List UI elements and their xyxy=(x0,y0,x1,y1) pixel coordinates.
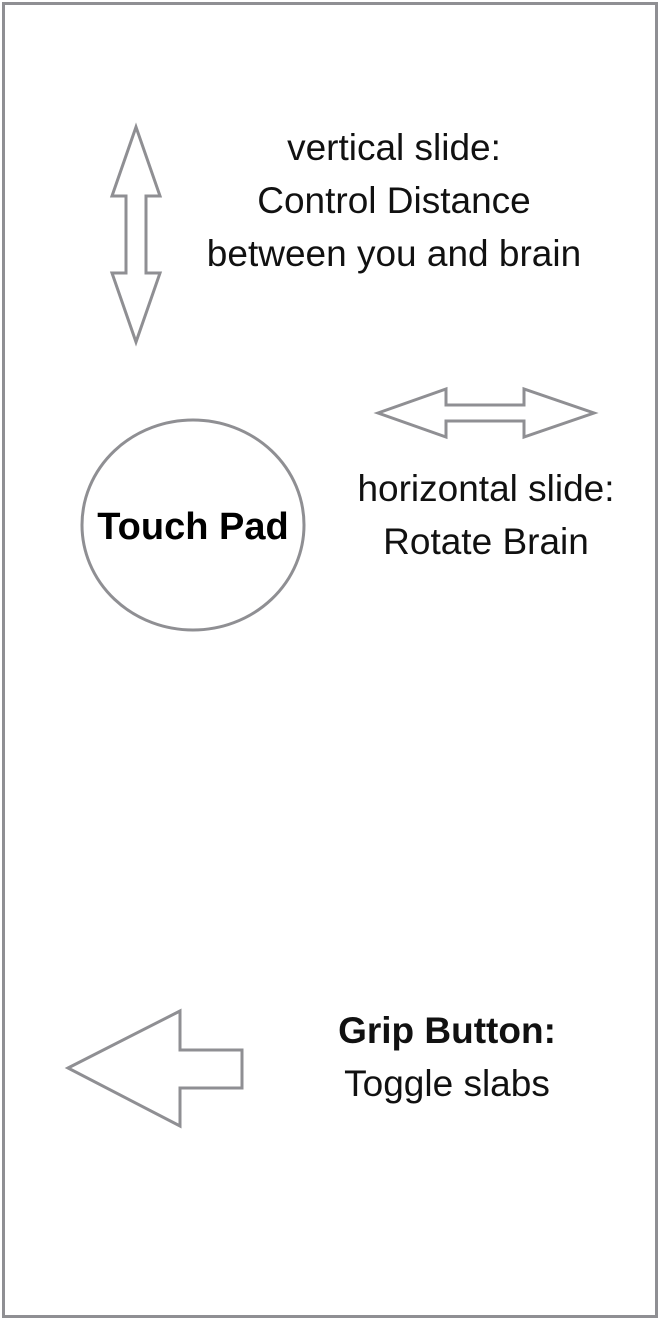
grip-button-description: Toggle slabs xyxy=(344,1063,550,1104)
horizontal-slide-caption: horizontal slide: Rotate Brain xyxy=(334,462,638,568)
left-arrow-icon xyxy=(64,1008,244,1129)
touch-pad-label: Touch Pad xyxy=(97,506,289,548)
horizontal-slide-description: Rotate Brain xyxy=(383,521,589,562)
vertical-slide-description-line2: between you and brain xyxy=(206,233,582,274)
horizontal-double-arrow-icon xyxy=(373,386,599,440)
vertical-slide-description-line1: Control Distance xyxy=(257,180,531,221)
grip-button-caption: Grip Button: Toggle slabs xyxy=(297,1004,597,1110)
vertical-double-arrow-icon xyxy=(109,122,163,347)
grip-button-title: Grip Button: xyxy=(338,1010,556,1051)
vertical-slide-title: vertical slide: xyxy=(287,127,501,168)
horizontal-slide-title: horizontal slide: xyxy=(357,468,615,509)
vertical-slide-caption: vertical slide: Control Distance between… xyxy=(172,121,616,280)
